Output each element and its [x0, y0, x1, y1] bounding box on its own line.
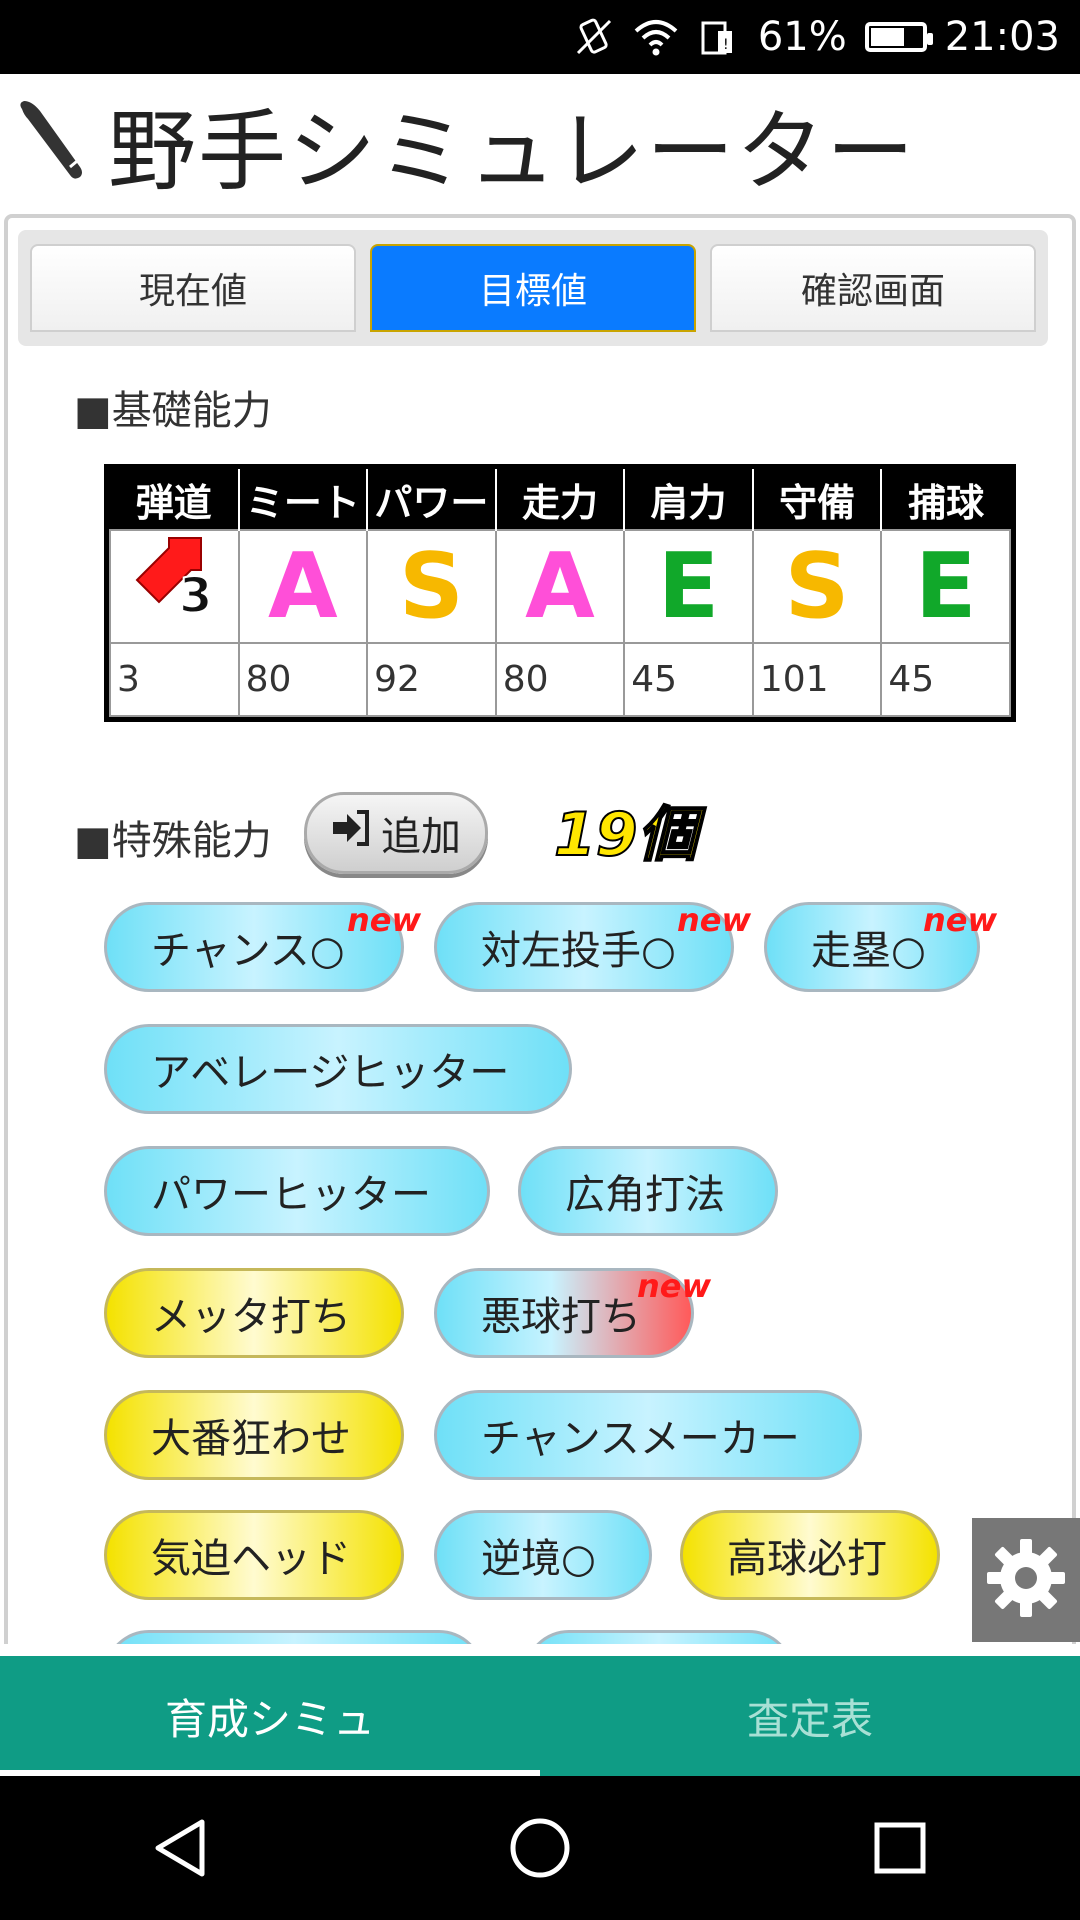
skill-pill[interactable]: チャンス○ new — [104, 901, 421, 992]
skill-pill[interactable]: チャンスメーカー — [434, 1390, 862, 1480]
skill-label: メッタ打ち — [151, 1294, 351, 1340]
skill-label: チャンス○ — [151, 928, 345, 974]
skill-pill[interactable]: 悪球打ち new — [434, 1267, 711, 1358]
skill-pill[interactable]: 対左投手○ new — [434, 901, 751, 992]
skill-pill[interactable]: 走塁○ new — [764, 901, 997, 992]
skill-label: 悪球打ち — [481, 1294, 641, 1340]
app-header: 野手シミュレーター — [0, 74, 1080, 214]
skill-label: アベレージヒッター — [151, 1050, 510, 1096]
new-tag: new — [346, 901, 421, 939]
skill-label: 気迫ヘッド — [151, 1536, 351, 1582]
skill-pill[interactable]: アベレージヒッター — [104, 1024, 572, 1114]
skill-label: 大番狂わせ — [151, 1416, 351, 1462]
skill-label: 走塁○ — [811, 928, 926, 974]
skill-label: チャンスメーカー — [481, 1416, 800, 1462]
skill-pill[interactable]: 大番狂わせ — [104, 1390, 404, 1480]
skill-list: チャンス○ new 対左投手○ new 走塁○ new アベレージヒッター パワ… — [8, 218, 1072, 1644]
status-bar: ! 61% 21:03 — [0, 0, 1080, 74]
skill-label: 逆境○ — [481, 1536, 596, 1582]
sim-card-icon: ! — [696, 15, 740, 59]
recents-icon[interactable] — [860, 1808, 940, 1888]
skill-label: パワーヒッター — [151, 1172, 431, 1218]
skill-pill[interactable]: 広角打法 — [518, 1146, 778, 1236]
bottom-tab-bar: 育成シミュ 査定表 — [0, 1656, 1080, 1776]
battery-percent: 61% — [757, 14, 847, 60]
battery-icon — [864, 22, 933, 52]
skill-pill[interactable]: メッタ打ち — [104, 1268, 404, 1358]
home-icon[interactable] — [500, 1808, 580, 1888]
back-icon[interactable] — [140, 1808, 220, 1888]
settings-button[interactable] — [972, 1518, 1080, 1642]
skill-pill[interactable]: 高球必打 — [680, 1510, 940, 1600]
vibrate-icon — [572, 15, 616, 59]
clock: 21:03 — [944, 14, 1060, 60]
skill-label: 対左投手○ — [481, 928, 676, 974]
skill-pill[interactable] — [524, 1630, 794, 1644]
gear-icon — [983, 1535, 1069, 1625]
wifi-icon — [634, 15, 678, 59]
bottom-tab-assessment[interactable]: 査定表 — [540, 1656, 1080, 1776]
new-tag: new — [636, 1267, 711, 1305]
skill-pill[interactable]: パワーヒッター — [104, 1146, 490, 1236]
svg-text:!: ! — [723, 37, 729, 53]
baseball-bat-icon — [14, 97, 94, 191]
skill-label: 広角打法 — [565, 1172, 725, 1218]
navigation-bar — [0, 1776, 1080, 1920]
new-tag: new — [676, 901, 751, 939]
skill-label: 高球必打 — [727, 1536, 887, 1582]
new-tag: new — [922, 901, 997, 939]
app-title: 野手シミュレーター — [108, 99, 917, 203]
main-panel: 現在値 目標値 確認画面 ■基礎能力 弾道 ミート パワー 走力 肩力 守備 捕… — [4, 214, 1076, 1644]
skill-pill[interactable]: 逆境○ — [434, 1510, 652, 1600]
bottom-tab-training-sim[interactable]: 育成シミュ — [0, 1656, 540, 1776]
skill-pill[interactable] — [104, 1630, 484, 1644]
skill-pill[interactable]: 気迫ヘッド — [104, 1510, 404, 1600]
